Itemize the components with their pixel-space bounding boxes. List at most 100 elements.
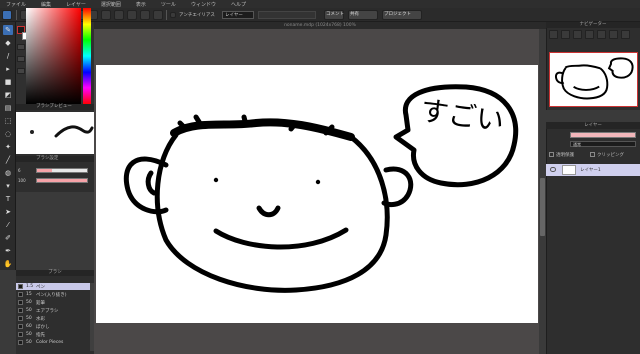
smudge-tool-icon[interactable]: ▾ [3,181,13,191]
brush-preview-area [16,112,94,154]
navigator-drawing [554,57,634,100]
brush-list-item[interactable]: 50 エアブラシ [16,307,90,314]
layer-thumbnail [562,165,576,175]
pen2-tool-icon[interactable]: ✐ [3,233,13,243]
brush-list-item[interactable]: 50 指先 [16,331,90,338]
actual-size-icon[interactable] [585,30,594,39]
menu-file[interactable]: ファイル [6,1,26,8]
color-mode-s[interactable] [17,56,25,62]
menu-window[interactable]: ウィンドウ [191,1,216,8]
menu-layer[interactable]: レイヤー [66,1,86,8]
brush-color-swatch [18,308,23,314]
line-tool-icon[interactable]: ╱ [3,155,13,165]
antialias-label: アンチエイリアス [179,13,215,18]
brush-name: 指先 [36,332,45,338]
scrollbar-thumb[interactable] [540,178,545,236]
hand-tool-icon[interactable]: ✋ [3,259,13,269]
protect-label: 透明保護 [556,153,574,158]
brush-color-swatch [18,284,23,290]
navigator-thumbnail[interactable] [549,52,638,107]
toolbar: 100% アンチエイリアス レイヤー コメント 共有 プロジェクト [0,8,640,22]
dropper-tool-icon[interactable]: ⁄ [3,220,13,230]
comment-button[interactable]: コメント [324,10,344,20]
rectangle-tool-icon[interactable]: ■ [3,77,13,87]
rotate-left-icon[interactable] [597,30,606,39]
layer-name: レイヤー1 [580,168,601,173]
brush-size: 60 [26,324,32,330]
navigator-buttons [546,29,640,40]
drawing-canvas[interactable]: すごい [96,65,538,323]
checkbox-icon[interactable] [170,12,176,18]
mode-select[interactable]: レイヤー [222,11,254,19]
color-mode-h[interactable] [17,44,25,50]
fill-tool-icon[interactable]: ◩ [3,90,13,100]
blend-mode-select[interactable]: 通常 [570,141,636,147]
magic-wand-icon[interactable]: ✦ [3,142,13,152]
saturation-value-picker[interactable] [26,8,81,104]
eyedropper-icon[interactable]: ✒ [3,246,13,256]
stabilizer-icon[interactable] [127,10,137,20]
layer-opacity-slider[interactable] [570,132,636,138]
menu-edit[interactable]: 編集 [41,1,51,8]
menu-select[interactable]: 選択範囲 [101,1,121,8]
color-mode-v[interactable] [17,68,25,74]
comment-label: コメント [326,12,344,17]
pen-tool-icon[interactable]: ✎ [3,25,13,35]
hue-slider[interactable] [83,8,91,104]
rotate-right-icon[interactable] [609,30,618,39]
brush-list-item[interactable]: 50 鉛筆 [16,299,90,306]
brush-name: Color Pieces [36,340,64,346]
lasso-tool-icon[interactable]: ◌ [3,129,13,139]
document-tab[interactable]: noname.mdp (1024x768) 100% [94,22,546,29]
brush-size: 15 [26,292,32,298]
menu-view[interactable]: 表示 [136,1,146,8]
layer-title: レイヤー [546,122,640,129]
brush-tool-icon[interactable]: / [3,51,13,61]
fit-window-icon[interactable] [573,30,582,39]
symmetry-icon[interactable] [153,10,163,20]
home-icon[interactable] [2,10,12,20]
protect-checkbox[interactable] [549,152,554,157]
brush-list-item[interactable]: 15 ペン(入り抜き) [16,291,90,298]
brush-list-item[interactable]: 50 水彩 [16,315,90,322]
brush-list-item[interactable]: 60 ぼかし [16,323,90,330]
empty-panel-area [16,192,94,270]
zoom-in-icon[interactable] [549,30,558,39]
perspective-icon[interactable] [140,10,150,20]
layer-select[interactable] [258,11,316,19]
blur-tool-icon[interactable]: ◍ [3,168,13,178]
menu-tool[interactable]: ツール [161,1,176,8]
project-button[interactable]: プロジェクト [382,10,422,20]
select-tool-icon[interactable]: ⬚ [3,116,13,126]
share-button[interactable]: 共有 [348,10,378,20]
toolbar-divider [16,10,17,20]
eraser-tool-icon[interactable]: ◆ [3,38,13,48]
pointer-tool-icon[interactable]: ➤ [3,207,13,217]
brush-stroke-preview [30,125,94,138]
share-label: 共有 [350,12,359,17]
brush-preview-title: ブラシプレビュー [16,104,94,110]
gradient-tool-icon[interactable]: ▤ [3,103,13,113]
visibility-eye-icon[interactable] [550,167,556,172]
menu-help[interactable]: ヘルプ [231,1,246,8]
text-tool-icon[interactable]: T [3,194,13,204]
project-label: プロジェクト [384,12,411,17]
brush-name: 鉛筆 [36,300,45,306]
brush-color-swatch [18,292,23,298]
clipping-label: クリッピング [597,153,624,158]
brush-opacity-slider[interactable] [36,178,88,183]
reset-rotation-icon[interactable] [621,30,630,39]
brush-list-item[interactable]: 1.5 ペン [16,283,90,291]
brush-size-slider[interactable] [36,168,88,173]
move-tool-icon[interactable]: ▸ [3,64,13,74]
menu-bar: ファイル 編集 レイヤー 選択範囲 表示 ツール ウィンドウ ヘルプ [0,0,640,8]
brush-size: 1.5 [26,284,34,290]
brush-list-item[interactable]: 50 Color Pieces [16,339,90,346]
brush-name: ペン(入り抜き) [36,292,67,298]
zoom-out-icon[interactable] [561,30,570,39]
clipping-checkbox[interactable] [590,152,595,157]
ruler-icon[interactable] [101,10,111,20]
snap-icon[interactable] [114,10,124,20]
brush-color-swatch [18,300,23,306]
brush-name: エアブラシ [36,308,59,314]
